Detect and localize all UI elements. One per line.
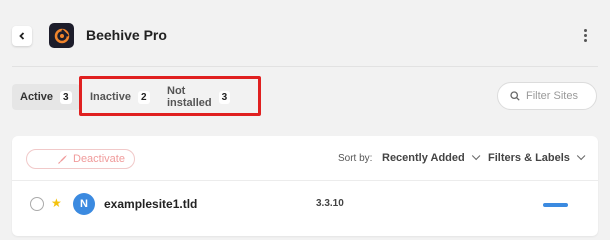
- kebab-dot: [583, 29, 587, 32]
- tab-label: Not installed: [167, 85, 212, 109]
- star-icon[interactable]: ★: [51, 196, 62, 210]
- site-name[interactable]: examplesite1.tld: [104, 197, 197, 211]
- table-row[interactable]: ★ N examplesite1.tld 3.3.10: [12, 182, 598, 226]
- row-checkbox[interactable]: [30, 197, 44, 211]
- sort-dropdown[interactable]: Recently Added: [382, 151, 481, 164]
- plugin-version: 3.3.10: [316, 198, 344, 209]
- avatar: N: [73, 193, 95, 215]
- header-divider: [12, 66, 598, 67]
- kebab-dot: [583, 34, 587, 37]
- chevron-left-icon: [19, 32, 25, 40]
- filters-labels-dropdown[interactable]: Filters & Labels: [488, 151, 586, 164]
- search-icon: [510, 91, 520, 101]
- page-title: Beehive Pro: [86, 27, 167, 43]
- tab-not-installed[interactable]: Not installed 3: [159, 84, 238, 110]
- deactivate-label: Deactivate: [73, 153, 125, 165]
- sort-by-label: Sort by:: [338, 153, 373, 164]
- back-button[interactable]: [12, 26, 32, 46]
- search-input[interactable]: [526, 90, 590, 102]
- plugin-logo: [49, 23, 74, 48]
- tab-count: 3: [60, 90, 72, 104]
- deactivate-button[interactable]: Deactivate: [26, 149, 135, 169]
- tab-label: Active: [20, 91, 54, 103]
- rocket-icon: [58, 155, 67, 164]
- filters-label: Filters & Labels: [488, 152, 570, 164]
- bulk-actions-toolbar: Deactivate Sort by: Recently Added Filte…: [12, 136, 598, 181]
- beehive-logo-icon: [54, 28, 69, 43]
- chevron-down-icon: [576, 151, 586, 161]
- sites-card: Deactivate Sort by: Recently Added Filte…: [12, 136, 598, 236]
- tab-label: Inactive: [90, 91, 131, 103]
- chevron-down-icon: [471, 151, 481, 161]
- plugin-header: Beehive Pro: [0, 0, 610, 66]
- tab-inactive[interactable]: Inactive 2: [82, 84, 158, 110]
- kebab-dot: [583, 39, 587, 42]
- status-bar: [543, 203, 568, 207]
- filter-sites-search[interactable]: [497, 82, 597, 110]
- kebab-menu-button[interactable]: [580, 29, 590, 45]
- sort-value: Recently Added: [382, 152, 465, 164]
- tab-count: 2: [137, 90, 150, 104]
- tab-count: 3: [218, 90, 231, 104]
- tab-active[interactable]: Active 3: [12, 84, 80, 110]
